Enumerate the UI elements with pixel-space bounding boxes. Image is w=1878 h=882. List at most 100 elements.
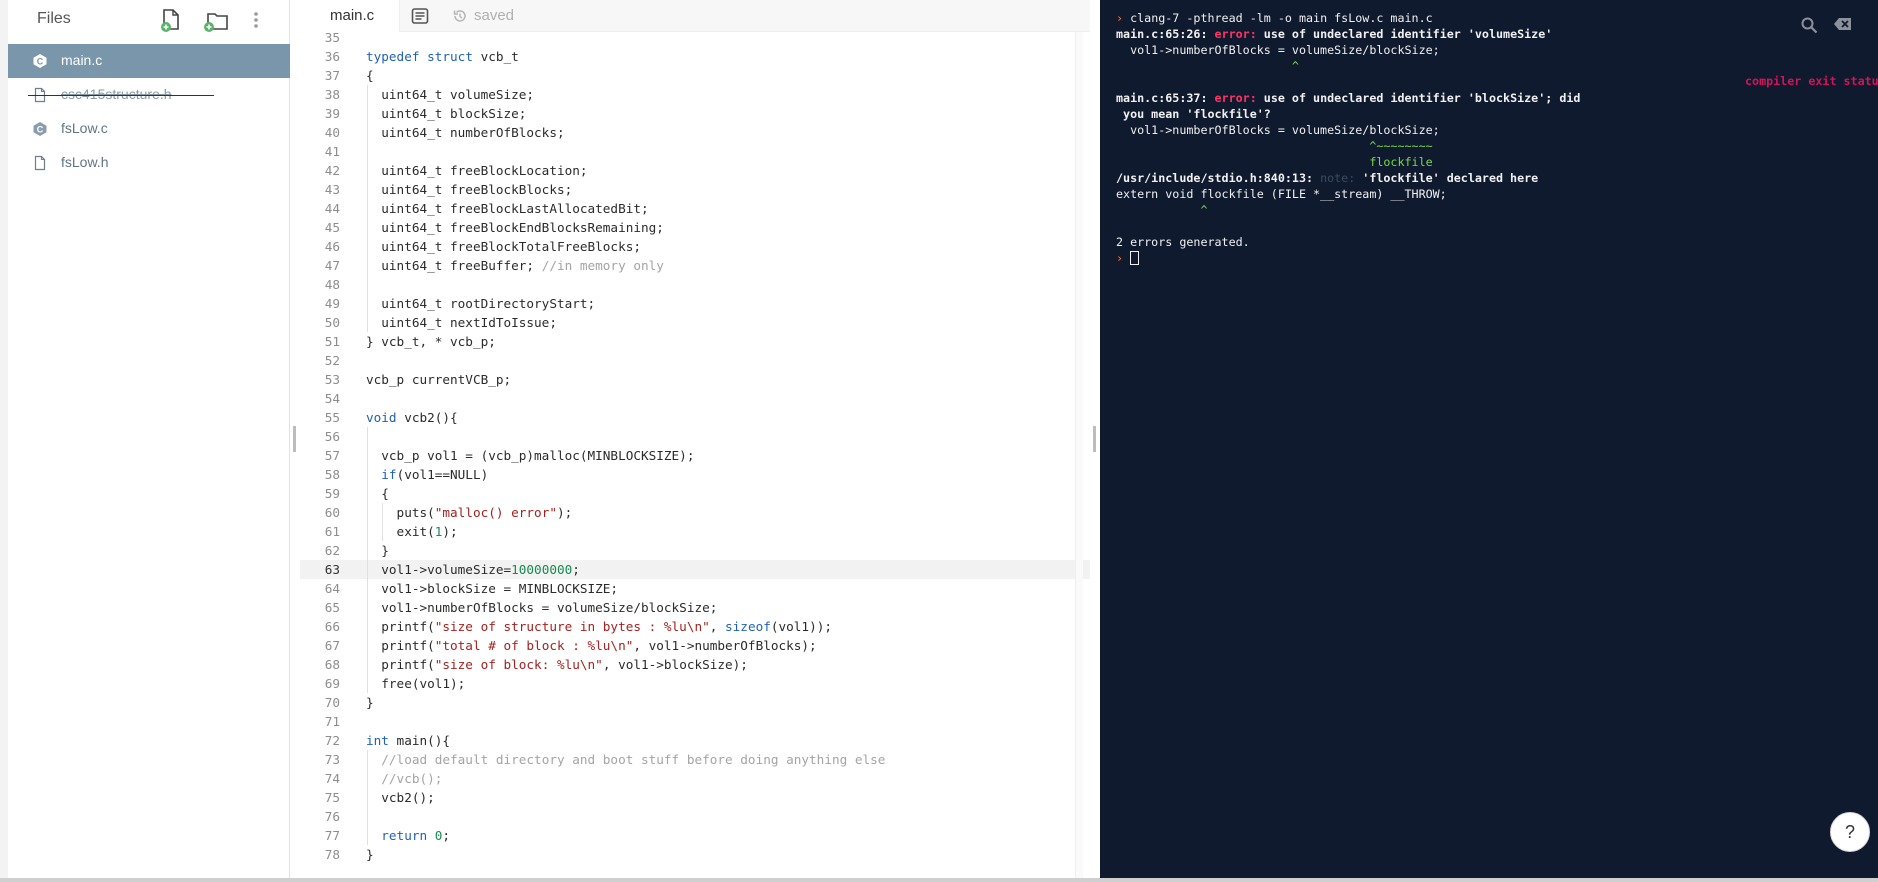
code-text: printf("size of structure in bytes : %lu… [366, 619, 832, 634]
code-line[interactable]: 43 uint64_t freeBlockBlocks; [300, 180, 1090, 199]
code-line[interactable]: 48 [300, 275, 1090, 294]
code-line[interactable]: 59 { [300, 484, 1090, 503]
files-header: Files [8, 0, 290, 42]
code-text: vol1->volumeSize=10000000; [366, 562, 580, 577]
code-text: vcb2(); [366, 790, 435, 805]
code-line[interactable]: 37 { [300, 66, 1090, 85]
code-line[interactable]: 60 puts("malloc() error"); [300, 503, 1090, 522]
code-area[interactable]: 35 36 typedef struct vcb_t 37{38 uint64_t v… [300, 28, 1090, 878]
editor-scrollbar[interactable] [1075, 32, 1083, 878]
code-line[interactable]: 42 uint64_t freeBlockLocation; [300, 161, 1090, 180]
line-number: 37 [324, 68, 340, 83]
code-text: uint64_t nextIdToIssue; [366, 315, 557, 330]
code-line[interactable]: 61 exit(1); [300, 522, 1090, 541]
code-line[interactable]: 45 uint64_t freeBlockEndBlocksRemaining; [300, 218, 1090, 237]
more-options-icon[interactable] [250, 8, 262, 32]
file-item-main-c[interactable]: Cmain.c [8, 44, 290, 78]
code-text: vol1->numberOfBlocks = volumeSize/blockS… [366, 600, 718, 615]
code-line[interactable]: 58 if(vol1==NULL) [300, 465, 1090, 484]
code-line[interactable]: 38 uint64_t volumeSize; [300, 85, 1090, 104]
line-number: 56 [324, 429, 340, 444]
line-number: 72 [324, 733, 340, 748]
code-line[interactable]: 40 uint64_t numberOfBlocks; [300, 123, 1090, 142]
code-line[interactable]: 46 uint64_t freeBlockTotalFreeBlocks; [300, 237, 1090, 256]
file-item-fsLow-h[interactable]: fsLow.h [8, 146, 290, 180]
code-line[interactable]: 76 [300, 807, 1090, 826]
add-folder-icon[interactable] [203, 8, 231, 32]
exit-status-label: compiler exit status 1 [1745, 74, 1878, 88]
code-line[interactable]: 41 [300, 142, 1090, 161]
line-number: 53 [324, 372, 340, 387]
code-line[interactable]: 56 [300, 427, 1090, 446]
code-line[interactable]: 49 uint64_t rootDirectoryStart; [300, 294, 1090, 313]
line-number: 64 [324, 581, 340, 596]
console-line: vol1->numberOfBlocks = volumeSize/blockS… [1116, 123, 1440, 137]
files-sidebar: Files Cmain.c csc415structure.h CfsLow.c fs… [0, 0, 290, 878]
file-item-fsLow-c[interactable]: CfsLow.c [8, 112, 290, 146]
code-line[interactable]: 74 //vcb(); [300, 769, 1090, 788]
code-line[interactable]: 75 vcb2(); [300, 788, 1090, 807]
code-line[interactable]: 72 int main(){ [300, 731, 1090, 750]
search-icon[interactable] [1800, 16, 1818, 34]
code-line[interactable]: 71 [300, 712, 1090, 731]
console-toggle-icon[interactable] [411, 7, 429, 25]
add-file-icon[interactable] [160, 8, 184, 32]
code-text: uint64_t freeBlockTotalFreeBlocks; [366, 239, 641, 254]
code-line[interactable]: 64 vol1->blockSize = MINBLOCKSIZE; [300, 579, 1090, 598]
tab-label: main.c [330, 7, 375, 24]
code-line[interactable]: 68 printf("size of block: %lu\n", vol1->… [300, 655, 1090, 674]
console-prompt[interactable]: › [1116, 250, 1866, 266]
line-number: 67 [324, 638, 340, 653]
code-line[interactable]: 44 uint64_t freeBlockLastAllocatedBit; [300, 199, 1090, 218]
code-line[interactable]: 54 [300, 389, 1090, 408]
line-number: 60 [324, 505, 340, 520]
editor-resize-handle[interactable] [1093, 426, 1096, 452]
editor-tab-bar: main.c saved [300, 0, 1090, 32]
code-line[interactable]: 78} [300, 845, 1090, 864]
code-line[interactable]: 36 typedef struct vcb_t [300, 47, 1090, 66]
code-line[interactable]: 65 vol1->numberOfBlocks = volumeSize/blo… [300, 598, 1090, 617]
console-output[interactable]: › clang-7 -pthread -lm -o main fsLow.c m… [1116, 10, 1866, 266]
code-line[interactable]: 55 void vcb2(){ [300, 408, 1090, 427]
code-line[interactable]: 70} [300, 693, 1090, 712]
line-number: 65 [324, 600, 340, 615]
code-line[interactable]: 67 printf("total # of block : %lu\n", vo… [300, 636, 1090, 655]
help-button[interactable]: ? [1830, 812, 1870, 852]
deleted-strike [28, 95, 214, 96]
code-text: printf("size of block: %lu\n", vol1->blo… [366, 657, 748, 672]
save-status-label: saved [474, 7, 515, 24]
sidebar-resize-handle[interactable] [293, 426, 296, 452]
code-line[interactable]: 77 return 0; [300, 826, 1090, 845]
code-text: puts("malloc() error"); [366, 505, 573, 520]
code-line[interactable]: 57 vcb_p vol1 = (vcb_p)malloc(MINBLOCKSI… [300, 446, 1090, 465]
code-text: exit(1); [366, 524, 458, 539]
c-file-icon: C [32, 53, 48, 69]
file-item-csc415structure-h[interactable]: csc415structure.h [8, 78, 290, 112]
code-line[interactable]: 53 vcb_p currentVCB_p; [300, 370, 1090, 389]
console-line: ^~~~~~~~~ [1116, 139, 1433, 153]
code-line[interactable]: 47 uint64_t freeBuffer; //in memory only [300, 256, 1090, 275]
code-line[interactable]: 69 free(vol1); [300, 674, 1090, 693]
code-text: int main(){ [366, 733, 451, 748]
code-line[interactable]: 39 uint64_t blockSize; [300, 104, 1090, 123]
line-number: 54 [324, 391, 340, 406]
clear-console-icon[interactable] [1833, 16, 1853, 32]
code-line[interactable]: 73 //load default directory and boot stu… [300, 750, 1090, 769]
line-number: 76 [324, 809, 340, 824]
svg-text:C: C [37, 57, 44, 67]
code-line[interactable]: 66 printf("size of structure in bytes : … [300, 617, 1090, 636]
code-line[interactable]: 52 [300, 351, 1090, 370]
code-line[interactable]: 63 vol1->volumeSize=10000000; [300, 560, 1090, 579]
file-icon [32, 155, 48, 171]
code-text: return 0; [381, 828, 451, 843]
code-line[interactable]: 51} vcb_t, * vcb_p; [300, 332, 1090, 351]
code-text: } vcb_t, * vcb_p; [366, 334, 496, 349]
code-line[interactable]: 62 } [300, 541, 1090, 560]
tab-main-c[interactable]: main.c [300, 0, 400, 32]
line-number: 61 [324, 524, 340, 539]
svg-text:C: C [37, 125, 44, 135]
line-number: 45 [324, 220, 340, 235]
console-line: flockfile [1116, 155, 1433, 169]
code-line[interactable]: 50 uint64_t nextIdToIssue; [300, 313, 1090, 332]
code-text: uint64_t freeBlockBlocks; [366, 182, 573, 197]
